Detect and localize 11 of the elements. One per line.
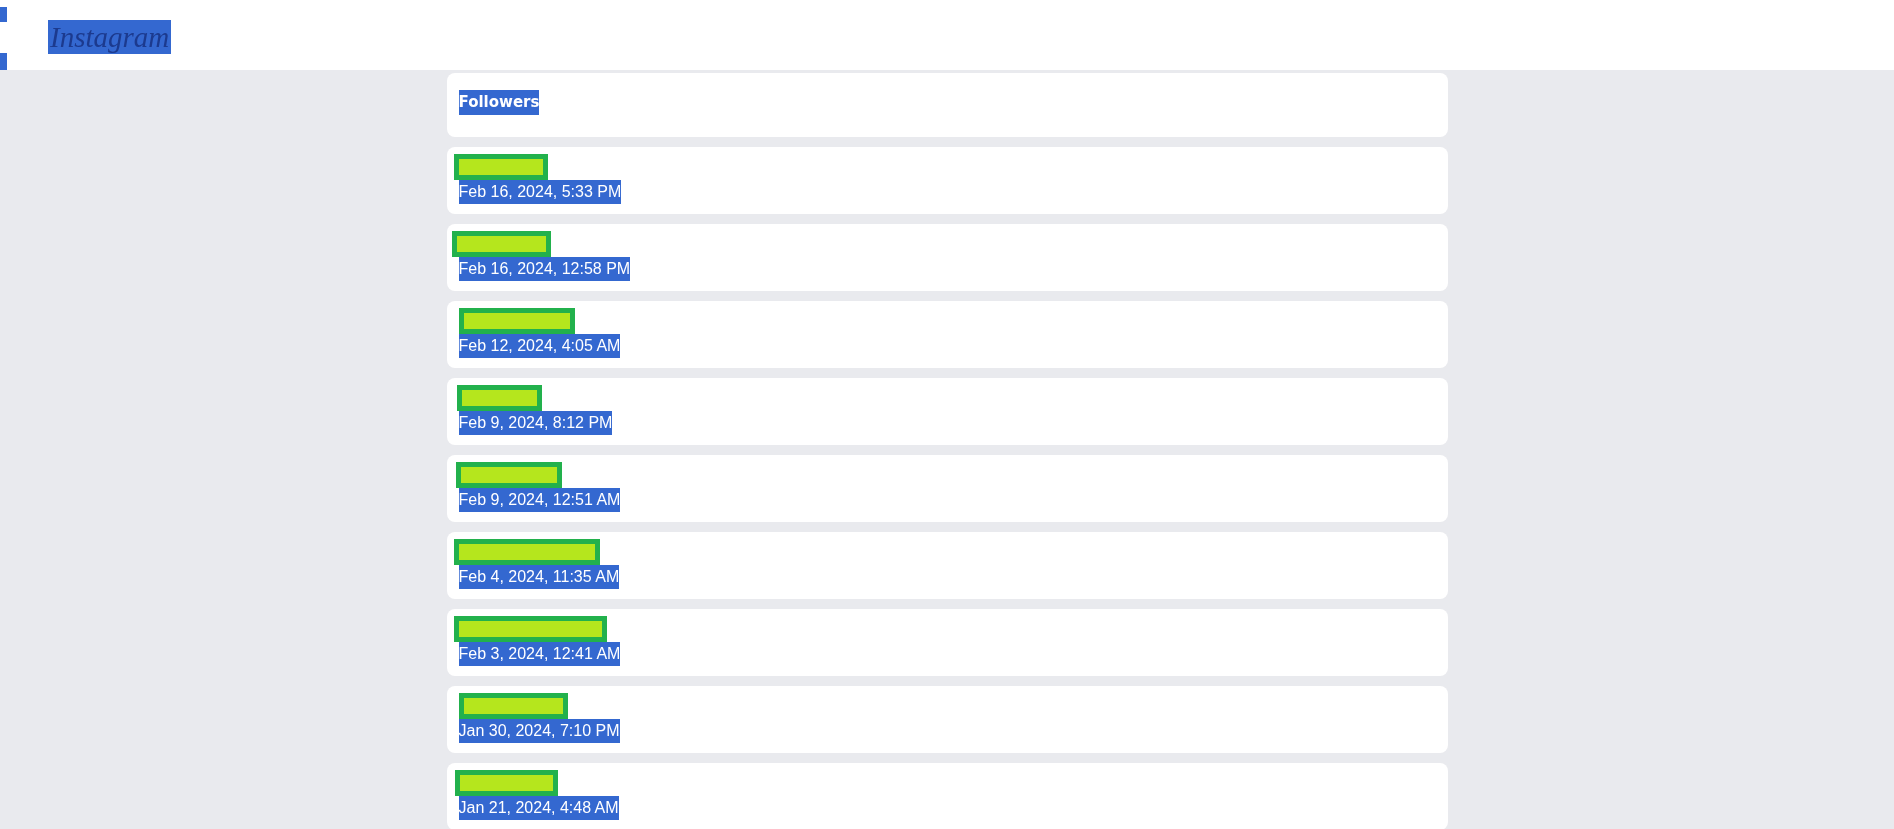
- follow-date: Feb 16, 2024, 5:33 PM: [458, 180, 622, 204]
- logo-text[interactable]: Instagram: [48, 20, 172, 54]
- follow-date: Jan 21, 2024, 4:48 AM: [458, 796, 619, 820]
- follow-date: Feb 3, 2024, 12:41 AM: [458, 642, 621, 666]
- follow-date: Feb 16, 2024, 12:58 PM: [458, 257, 631, 281]
- follow-date: Feb 9, 2024, 12:51 AM: [458, 488, 621, 512]
- follow-date: Jan 30, 2024, 7:10 PM: [458, 719, 620, 743]
- follow-date: Feb 9, 2024, 8:12 PM: [458, 411, 613, 435]
- follow-date: Feb 12, 2024, 4:05 AM: [458, 334, 621, 358]
- follow-date: Feb 4, 2024, 11:35 AM: [458, 565, 620, 589]
- section-title: Followers: [458, 90, 540, 115]
